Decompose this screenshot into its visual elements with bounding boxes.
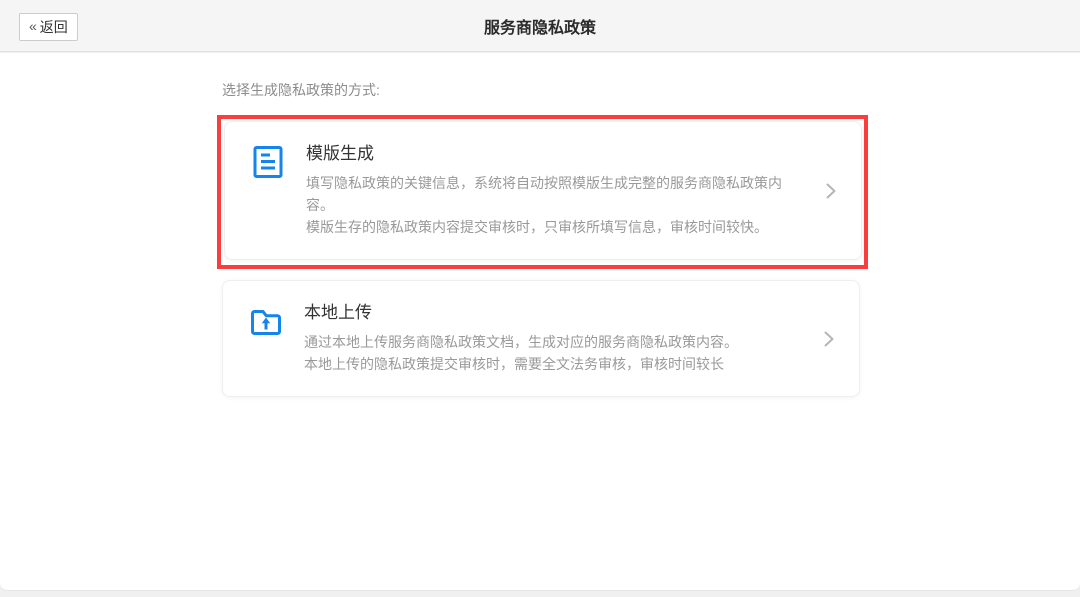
option-description-line2: 模版生存的隐私政策内容提交审核时，只审核所填写信息，审核时间较快。: [306, 216, 801, 238]
content-panel: 选择生成隐私政策的方式: 模版生成 填写隐私政策的关键信息，系统将自动: [0, 53, 1080, 591]
document-lines-icon: [250, 144, 286, 180]
page-title: 服务商隐私政策: [0, 0, 1080, 52]
option-description-line1: 通过本地上传服务商隐私政策文档，生成对应的服务商隐私政策内容。: [304, 331, 799, 353]
folder-upload-icon: [248, 303, 284, 339]
option-title: 本地上传: [304, 302, 799, 324]
option-description-line1: 填写隐私政策的关键信息，系统将自动按照模版生成完整的服务商隐私政策内容。: [306, 172, 801, 216]
option-cards: 模版生成 填写隐私政策的关键信息，系统将自动按照模版生成完整的服务商隐私政策内容…: [222, 115, 868, 397]
highlight-box: 模版生成 填写隐私政策的关键信息，系统将自动按照模版生成完整的服务商隐私政策内容…: [217, 115, 868, 269]
privacy-policy-page: « 返回 服务商隐私政策 选择生成隐私政策的方式:: [0, 0, 1080, 597]
option-title: 模版生成: [306, 143, 801, 165]
option-card-template-generate[interactable]: 模版生成 填写隐私政策的关键信息，系统将自动按照模版生成完整的服务商隐私政策内容…: [224, 121, 862, 260]
chevron-right-icon: [825, 182, 837, 200]
option-texts: 本地上传 通过本地上传服务商隐私政策文档，生成对应的服务商隐私政策内容。 本地上…: [304, 302, 799, 375]
option-texts: 模版生成 填写隐私政策的关键信息，系统将自动按照模版生成完整的服务商隐私政策内容…: [306, 143, 801, 238]
option-card-local-upload[interactable]: 本地上传 通过本地上传服务商隐私政策文档，生成对应的服务商隐私政策内容。 本地上…: [222, 280, 860, 397]
method-prompt-label: 选择生成隐私政策的方式:: [222, 80, 1080, 100]
chevron-right-icon: [823, 330, 835, 348]
page-header: « 返回 服务商隐私政策: [0, 0, 1080, 52]
option-description-line2: 本地上传的隐私政策提交审核时，需要全文法务审核，审核时间较长: [304, 353, 799, 375]
